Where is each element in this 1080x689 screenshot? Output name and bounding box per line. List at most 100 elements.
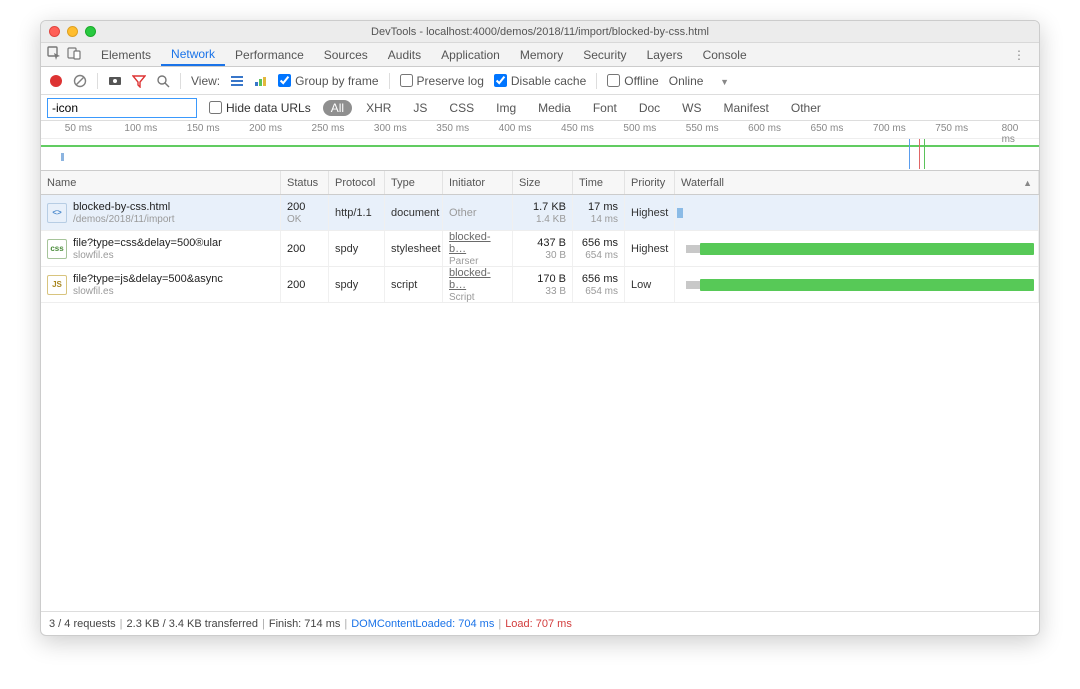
hide-data-urls-label: Hide data URLs [226,101,311,115]
preserve-log-checkbox[interactable]: Preserve log [400,74,484,88]
overview-timeline[interactable]: 50 ms100 ms150 ms200 ms250 ms300 ms350 m… [41,121,1039,171]
type-filter-all[interactable]: All [323,100,352,116]
capture-screenshots-icon[interactable] [108,74,122,88]
timeline-tick: 200 ms [249,123,282,134]
size-transfer: 1.7 KB [533,201,566,213]
waterfall-cell [675,267,1039,302]
search-icon[interactable] [156,74,170,88]
table-header: Name Status Protocol Type Initiator Size… [41,171,1039,195]
tab-memory[interactable]: Memory [510,43,573,66]
table-row[interactable]: cssfile?type=css&delay=500®ularslowfil.e… [41,231,1039,267]
initiator: Other [449,207,506,219]
request-name: blocked-by-css.html [73,201,175,213]
time-latency: 654 ms [585,286,618,297]
preserve-log-label: Preserve log [417,74,484,88]
status-text: OK [287,214,322,225]
type-filter-font[interactable]: Font [585,100,625,116]
resource-type: script [391,279,436,291]
timeline-tick: 250 ms [312,123,345,134]
sort-asc-icon: ▲ [1023,178,1032,188]
request-path: slowfil.es [73,250,222,261]
divider [389,73,390,89]
col-waterfall[interactable]: Waterfall ▲ [675,171,1039,194]
throttling-select[interactable]: Online ▼ [669,74,729,88]
waterfall-bar [677,208,683,218]
request-path: /demos/2018/11/import [73,214,175,225]
offline-checkbox[interactable]: Offline [607,74,658,88]
device-toolbar-icon[interactable] [67,46,81,63]
inspect-element-icon[interactable] [47,46,61,63]
status-finish: Finish: 714 ms [269,618,341,630]
col-time[interactable]: Time [573,171,625,194]
col-status[interactable]: Status [281,171,329,194]
load-marker [919,139,920,169]
timeline-tick: 350 ms [436,123,469,134]
requests-table: Name Status Protocol Type Initiator Size… [41,171,1039,611]
time-total: 656 ms [582,237,618,249]
clear-icon[interactable] [73,74,87,88]
tab-audits[interactable]: Audits [378,43,431,66]
table-row[interactable]: <> blocked-by-css.html/demos/2018/11/impo… [41,195,1039,231]
js-file-icon: JS [47,275,67,295]
tab-network[interactable]: Network [161,43,225,66]
group-by-frame-checkbox[interactable]: Group by frame [278,74,378,88]
waterfall-wait [686,281,701,289]
size-resource: 1.4 KB [536,214,566,225]
tab-application[interactable]: Application [431,43,510,66]
status-transferred: 2.3 KB / 3.4 KB transferred [127,618,258,630]
hide-data-urls-checkbox[interactable]: Hide data URLs [209,101,311,115]
col-name[interactable]: Name [41,171,281,194]
tab-console[interactable]: Console [693,43,757,66]
type-filter-js[interactable]: JS [405,100,435,116]
overview-track [41,145,1039,147]
initiator-link[interactable]: blocked-b… [449,231,506,255]
col-protocol[interactable]: Protocol [329,171,385,194]
col-type[interactable]: Type [385,171,443,194]
waterfall-cell [675,195,1039,230]
size-transfer: 437 B [537,237,566,249]
overview-icon[interactable] [254,74,268,88]
table-row[interactable]: JSfile?type=js&delay=500&asyncslowfil.es… [41,267,1039,303]
chevron-down-icon: ▼ [720,77,729,87]
status-requests: 3 / 4 requests [49,618,116,630]
tab-elements[interactable]: Elements [91,43,161,66]
throttling-value: Online [669,74,704,88]
protocol: spdy [335,243,378,255]
resource-type: document [391,207,436,219]
tab-security[interactable]: Security [573,43,636,66]
request-name: file?type=js&delay=500&async [73,273,223,285]
large-rows-icon[interactable] [230,74,244,88]
initiator-link[interactable]: blocked-b… [449,267,506,291]
tab-performance[interactable]: Performance [225,43,314,66]
type-filter-css[interactable]: CSS [441,100,482,116]
html-file-icon: <> [47,203,67,223]
divider [180,73,181,89]
timeline-tick: 150 ms [187,123,220,134]
record-icon[interactable] [49,74,63,88]
waterfall-wait [686,245,701,253]
timeline-tick: 100 ms [124,123,157,134]
request-name: file?type=css&delay=500®ular [73,237,222,249]
col-size[interactable]: Size [513,171,573,194]
filter-icon[interactable] [132,74,146,88]
tab-sources[interactable]: Sources [314,43,378,66]
col-priority[interactable]: Priority [625,171,675,194]
type-filter-manifest[interactable]: Manifest [716,100,777,116]
type-filter-other[interactable]: Other [783,100,829,116]
protocol: http/1.1 [335,207,378,219]
disable-cache-checkbox[interactable]: Disable cache [494,74,586,88]
status-dcl: DOMContentLoaded: 704 ms [351,618,494,630]
type-filter-doc[interactable]: Doc [631,100,668,116]
type-filter-ws[interactable]: WS [674,100,709,116]
priority: Highest [631,243,668,255]
timeline-tick: 500 ms [623,123,656,134]
tab-layers[interactable]: Layers [637,43,693,66]
filter-input[interactable] [47,98,197,118]
type-filter-media[interactable]: Media [530,100,579,116]
type-filter-img[interactable]: Img [488,100,524,116]
priority: Low [631,279,668,291]
col-initiator[interactable]: Initiator [443,171,513,194]
more-menu-icon[interactable]: ⋮ [1005,48,1033,62]
type-filter-xhr[interactable]: XHR [358,100,399,116]
network-toolbar: View: Group by frame Preserve log Disabl… [41,67,1039,95]
